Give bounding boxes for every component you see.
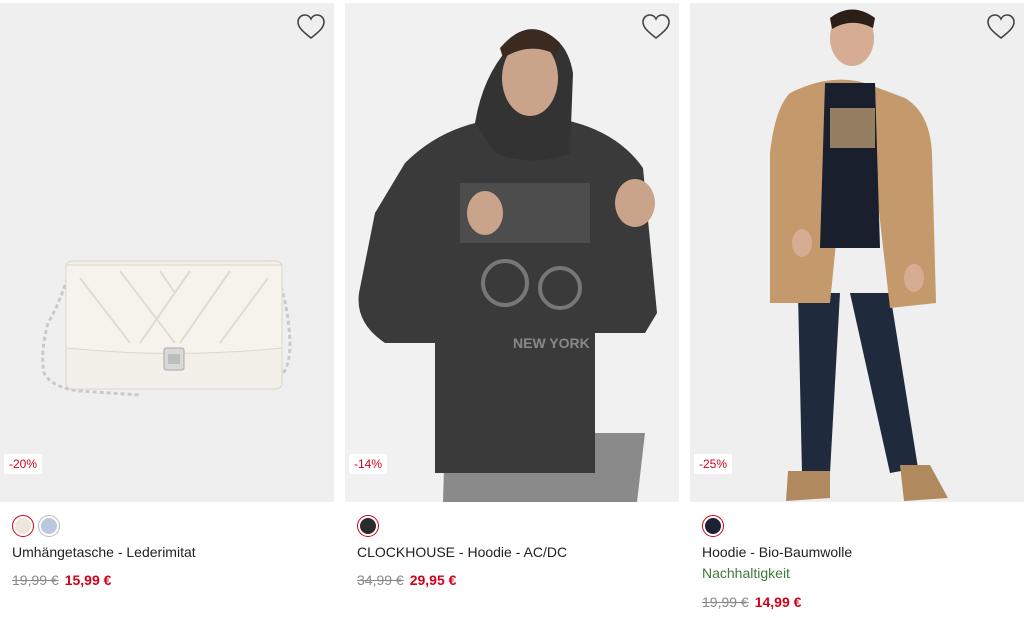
price-row: 34,99 € 29,95 €	[357, 572, 456, 588]
hoodie-model-image: NEW YORK	[345, 3, 679, 502]
old-price: 19,99 €	[702, 594, 749, 610]
price-row: 19,99 € 15,99 €	[12, 572, 111, 588]
product-title[interactable]: Umhängetasche - Lederimitat	[12, 544, 196, 560]
color-swatch[interactable]	[702, 515, 724, 537]
color-swatch[interactable]	[357, 515, 379, 537]
color-swatch[interactable]	[12, 515, 34, 537]
wishlist-heart-icon[interactable]	[986, 13, 1016, 41]
color-swatches	[702, 515, 724, 537]
color-swatches	[12, 515, 60, 537]
old-price: 34,99 €	[357, 572, 404, 588]
swatch-color	[41, 518, 57, 534]
handbag-image	[0, 3, 334, 502]
sale-price: 14,99 €	[754, 594, 802, 610]
coat-model-image	[690, 3, 1024, 502]
wishlist-heart-icon[interactable]	[296, 13, 326, 41]
sale-price: 29,95 €	[409, 572, 457, 588]
discount-badge: -20%	[4, 454, 43, 474]
old-price: 19,99 €	[12, 572, 59, 588]
product-image[interactable]: -20%	[0, 3, 334, 502]
product-image[interactable]: -25%	[690, 3, 1024, 502]
sale-price: 15,99 €	[64, 572, 112, 588]
product-title[interactable]: Hoodie - Bio-Baumwolle	[702, 544, 852, 560]
swatch-color	[705, 518, 721, 534]
swatch-color	[360, 518, 376, 534]
product-card[interactable]: -25% Hoodie - Bio-Baumwolle Nachhaltigke…	[690, 0, 1024, 618]
color-swatches	[357, 515, 379, 537]
product-title[interactable]: CLOCKHOUSE - Hoodie - AC/DC	[357, 544, 567, 560]
product-card[interactable]: -20% Umhängetasche - Lederimitat 19,99 €…	[0, 0, 334, 618]
svg-text:NEW YORK: NEW YORK	[513, 335, 590, 351]
price-row: 19,99 € 14,99 €	[702, 594, 801, 610]
product-image[interactable]: NEW YORK -14%	[345, 3, 679, 502]
discount-badge: -25%	[694, 454, 733, 474]
color-swatch[interactable]	[38, 515, 60, 537]
discount-badge: -14%	[349, 454, 388, 474]
sustainability-label: Nachhaltigkeit	[702, 565, 790, 581]
wishlist-heart-icon[interactable]	[641, 13, 671, 41]
swatch-color	[15, 518, 31, 534]
product-card[interactable]: NEW YORK -14% CLOCKHOUSE - Hoodie - AC/D…	[345, 0, 679, 618]
